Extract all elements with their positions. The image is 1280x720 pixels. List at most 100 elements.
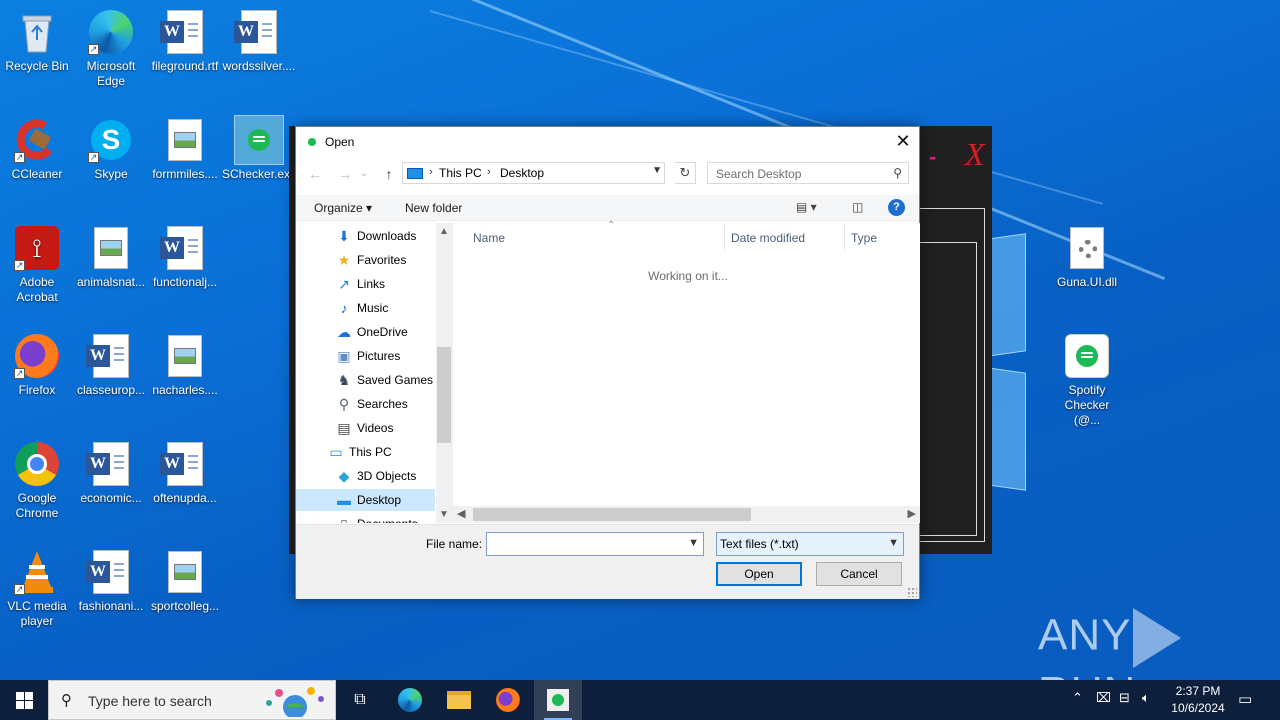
file-type-value: Text files (*.txt) (720, 537, 799, 551)
anyrun-watermark: ANY RUN (1038, 608, 1280, 680)
search-box[interactable]: Search Desktop ⚲ (707, 162, 909, 184)
refresh-button[interactable]: ↻ (675, 162, 696, 184)
navigation-pane: ⬇ Downloads ★ Favorites ↗ Links ♪ Music ☁ OneDriv… (296, 223, 436, 523)
navigation-pane-scrollbar[interactable]: ▲ ▼ (436, 223, 453, 523)
desktop-icon-spotify-checker[interactable]: Spotify Checker (@... (1050, 332, 1124, 428)
nav-item-label: Favorites (357, 253, 407, 267)
nav-item-this-pc[interactable]: ▭ This PC (296, 441, 435, 463)
desktop-icon-label: Spotify Checker (@... (1064, 383, 1110, 427)
desktop-icon-ccleaner[interactable]: ↗ CCleaner (0, 116, 74, 182)
nav-item-videos[interactable]: ▤ Videos (296, 417, 435, 439)
spotify-checker-icon[interactable] (534, 680, 582, 720)
chevron-down-icon[interactable]: ▼ (688, 537, 699, 549)
desktop-icon-vlc[interactable]: ↗ VLC media player (0, 548, 74, 629)
nav-item-favorites[interactable]: ★ Favorites (296, 249, 435, 271)
search-highlight-illustration (259, 685, 331, 719)
file-explorer-icon[interactable] (435, 680, 483, 720)
desktop-icon-file[interactable]: nacharles.... (148, 332, 222, 398)
close-button[interactable]: X (965, 136, 985, 173)
task-view-icon[interactable]: ⧉ (336, 680, 384, 720)
breadcrumb-desktop[interactable]: Desktop (500, 166, 544, 180)
desktop-icon-dll[interactable]: Guna.UI.dll (1050, 224, 1124, 290)
open-button[interactable]: Open (716, 562, 802, 586)
nav-item-links[interactable]: ↗ Links (296, 273, 435, 295)
desktop-icon-chrome[interactable]: Google Chrome (0, 440, 74, 521)
desktop-icon-file[interactable]: W oftenupda... (148, 440, 222, 506)
breadcrumb-this-pc[interactable]: This PC (439, 166, 482, 180)
back-button[interactable]: ← (304, 163, 326, 185)
nav-item-onedrive[interactable]: ☁ OneDrive (296, 321, 435, 343)
up-button[interactable]: ↑ (378, 163, 400, 185)
scroll-down-icon[interactable]: ▼ (439, 509, 449, 520)
column-header-type[interactable]: Type (845, 223, 920, 251)
taskbar-search-box[interactable]: ⚲ Type here to search (48, 680, 336, 720)
help-button[interactable]: ? (888, 199, 905, 216)
network-icon[interactable]: ⊟ (1119, 690, 1130, 706)
desktop-icon-recycle-bin[interactable]: Recycle Bin (0, 8, 74, 74)
desktop-icon-label: Firefox (18, 383, 56, 397)
dialog-titlebar[interactable]: Open ✕ (296, 127, 919, 157)
column-header-date-modified[interactable]: Date modified (725, 223, 845, 251)
nav-item-3d-objects[interactable]: ◆ 3D Objects (296, 465, 435, 487)
volume-icon[interactable]: 🔈︎ (1142, 690, 1150, 706)
nav-item-documents[interactable]: ▯ Documents (296, 513, 435, 523)
desktop-icon-file[interactable]: W fashionani... (74, 548, 148, 614)
minimize-button[interactable]: - (929, 144, 936, 170)
desktop-icon-firefox[interactable]: ↗ Firefox (0, 332, 74, 398)
chevron-up-icon[interactable]: ⌃ (1072, 690, 1083, 706)
scroll-left-icon[interactable]: ◀ (457, 507, 465, 520)
desktop-icon-file[interactable]: W functionalj... (148, 224, 222, 290)
view-options-icon[interactable]: ▤ ▾ (796, 200, 817, 214)
cancel-button[interactable]: Cancel (816, 562, 902, 586)
nav-item-label: Saved Games (357, 373, 434, 387)
desktop-icon-edge[interactable]: ↗ Microsoft Edge (74, 8, 148, 89)
resize-grip[interactable] (907, 587, 917, 597)
nav-item-searches[interactable]: ⚲ Searches (296, 393, 435, 415)
network-adapter-icon[interactable]: ⌧ (1096, 690, 1111, 706)
nav-item-music[interactable]: ♪ Music (296, 297, 435, 319)
notifications-icon[interactable]: ▭ (1238, 690, 1252, 708)
nav-item-label: Music (357, 301, 389, 315)
clock[interactable]: 2:37 PM 10/6/2024 (1160, 683, 1236, 717)
scroll-right-icon[interactable]: ▶ (908, 507, 916, 520)
nav-item-label: Downloads (357, 229, 417, 243)
desktop-icon-file[interactable]: W classeurop... (74, 332, 148, 398)
firefox-icon[interactable] (484, 680, 532, 720)
start-button[interactable] (0, 680, 48, 720)
nav-item-pictures[interactable]: ▣ Pictures (296, 345, 435, 367)
nav-item-downloads[interactable]: ⬇ Downloads (296, 225, 435, 247)
address-bar[interactable]: › This PC › Desktop ▼ (402, 162, 665, 184)
desktop-icon-skype[interactable]: S ↗ Skype (74, 116, 148, 182)
desktop-icon-label: Guna.UI.dll (1056, 275, 1118, 289)
desktop-icon-schecker[interactable]: SChecker.exe (222, 115, 297, 182)
chevron-down-icon[interactable]: ▼ (652, 165, 662, 176)
scrollbar-thumb[interactable] (437, 347, 451, 443)
scroll-up-icon[interactable]: ▲ (439, 226, 449, 237)
close-button[interactable]: ✕ (887, 127, 919, 157)
desktop-icon-file[interactable]: animalsnat... (74, 224, 148, 290)
file-name-input[interactable]: ▼ (486, 532, 704, 556)
nav-item-desktop[interactable]: ▬ Desktop (296, 489, 435, 511)
desktop-icon-acrobat[interactable]: ⟟ ↗ Adobe Acrobat (0, 224, 74, 305)
desktop-icon-file[interactable]: W wordssilver.... (222, 8, 296, 74)
forward-button[interactable]: → (334, 163, 356, 185)
desktop-icon-file[interactable]: W economic... (74, 440, 148, 506)
edge-icon[interactable] (386, 680, 434, 720)
loading-status: Working on it... (648, 269, 728, 283)
scrollbar-thumb[interactable] (473, 508, 751, 521)
organize-button[interactable]: Organize ▾ (314, 201, 372, 215)
desktop-icon-file[interactable]: sportcolleg... (148, 548, 222, 614)
desktop-icon-label: animalsnat... (76, 275, 146, 289)
column-label: Name (473, 231, 506, 245)
new-folder-button[interactable]: New folder (405, 201, 462, 215)
desktop-icon-file[interactable]: W fileground.rtf (148, 8, 222, 74)
nav-item-saved-games[interactable]: ♞ Saved Games (296, 369, 435, 391)
file-list-horizontal-scrollbar[interactable]: ◀ ▶ (453, 506, 920, 523)
preview-pane-icon[interactable]: ◫ (852, 200, 863, 214)
desktop: Recycle Bin ↗ CCleaner ⟟ ↗ Adobe Acrobat… (0, 0, 1280, 680)
file-type-select[interactable]: Text files (*.txt) ▼ (716, 532, 904, 556)
column-header-name[interactable]: Name ⌃ (467, 220, 725, 251)
nav-item-label: Pictures (357, 349, 401, 363)
desktop-icon-file[interactable]: formmiles.... (148, 116, 222, 182)
recent-locations-button[interactable]: ⌄ (358, 163, 370, 185)
